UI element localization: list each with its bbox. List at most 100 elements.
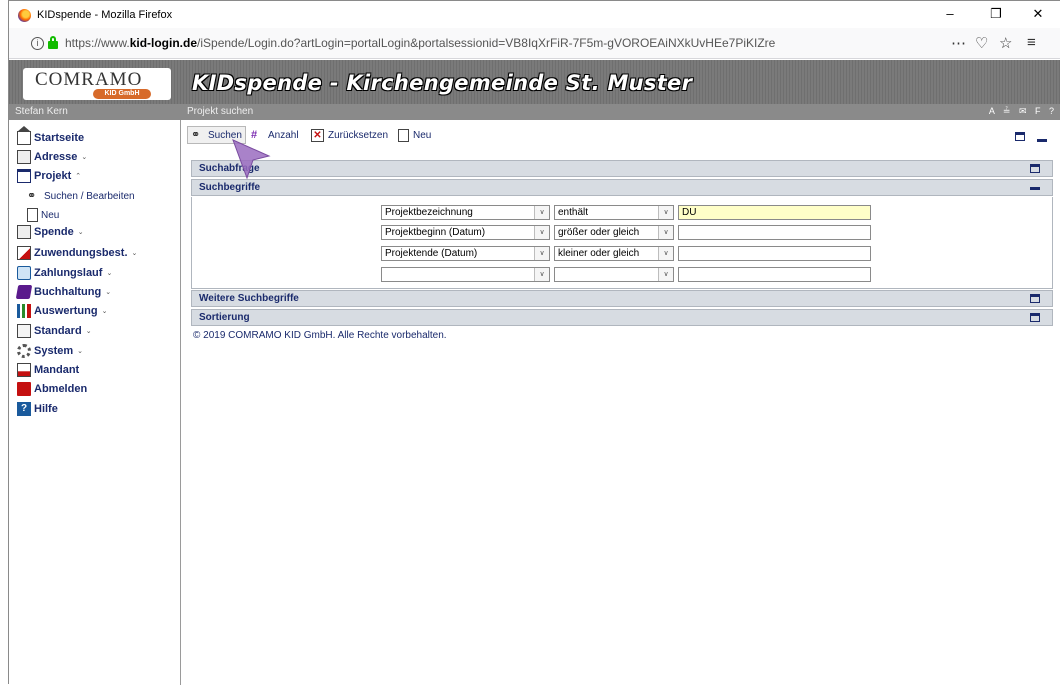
pocket-icon[interactable]: ♡ [975, 34, 988, 52]
page-title: Projekt suchen [187, 106, 254, 117]
restore-button[interactable]: ❐ [973, 5, 1019, 25]
payment-run-icon [17, 266, 31, 280]
project-icon [17, 169, 31, 183]
accounting-book-icon [15, 285, 33, 299]
expand-icon[interactable] [1030, 313, 1040, 322]
chevron-down-icon: ∨ [658, 206, 673, 219]
sidebar-item-buchhaltung[interactable]: Buchhaltung ⌄ [15, 284, 112, 300]
strip-icons[interactable]: A ≟ ✉ F ? [989, 106, 1057, 117]
chevron-down-icon: ∨ [658, 247, 673, 260]
window-title: KIDspende - Mozilla Firefox [37, 9, 173, 21]
page-title-strip: Projekt suchen A ≟ ✉ F ? [181, 104, 1060, 120]
value-input-3[interactable] [678, 246, 871, 261]
client-icon [17, 363, 31, 377]
minimize-button[interactable]: – [927, 5, 973, 25]
sidebar-item-hilfe[interactable]: ? Hilfe [17, 401, 58, 417]
value-input-1[interactable]: DU [678, 205, 871, 220]
operator-select-2[interactable]: größer oder gleich ∨ [554, 225, 674, 240]
chevron-down-icon: ⌄ [105, 289, 112, 296]
hamburger-menu-icon[interactable]: ≡ [1027, 34, 1036, 51]
sidebar-item-system[interactable]: System ⌄ [17, 343, 83, 359]
sidebar-item-neu[interactable]: Neu [27, 207, 59, 223]
title-bar: KIDspende - Mozilla Firefox – ❐ ✕ [9, 1, 1060, 28]
sidebar-item-startseite[interactable]: Startseite [17, 126, 84, 146]
sidebar-item-mandant[interactable]: Mandant [17, 362, 79, 378]
expand-icon[interactable] [1030, 294, 1040, 303]
panel-suchbegriffe[interactable]: Suchbegriffe [191, 179, 1053, 196]
chevron-up-icon: ⌃ [75, 173, 82, 180]
sidebar-item-adresse[interactable]: Adresse ⌄ [17, 149, 87, 165]
bar-chart-icon [17, 304, 31, 318]
value-input-4[interactable] [678, 267, 871, 282]
sidebar-item-projekt[interactable]: Projekt ⌃ [17, 168, 81, 184]
value-input-2[interactable] [678, 225, 871, 240]
chevron-down-icon: ⌄ [81, 154, 88, 161]
mouse-pointer-icon [232, 139, 271, 180]
sidebar-item-zuwendungsbest[interactable]: Zuwendungsbest. ⌄ [17, 245, 137, 261]
new-page-icon [27, 208, 38, 222]
sidebar-item-standard[interactable]: Standard ⌄ [17, 323, 92, 339]
field-select-3[interactable]: Projektende (Datum) ∨ [381, 246, 550, 261]
sidebar-item-zahlungslauf[interactable]: Zahlungslauf ⌄ [17, 265, 112, 281]
panel-suchabfrage[interactable]: Suchabfrage [191, 160, 1053, 177]
copyright-footer: © 2019 COMRAMO KID GmbH. Alle Rechte vor… [193, 330, 447, 341]
chevron-down-icon: ⌄ [131, 250, 138, 257]
chevron-down-icon: ⌄ [77, 229, 84, 236]
field-select-4[interactable]: ∨ [381, 267, 550, 282]
chevron-down-icon: ∨ [658, 226, 673, 239]
sidebar: Startseite Adresse ⌄ Projekt ⌃ ⚭ Suchen / B… [9, 120, 181, 685]
browser-window: KIDspende - Mozilla Firefox – ❐ ✕ i http… [8, 0, 1060, 685]
criteria-body: Projektbezeichnung ∨ enthält ∨ DU Projektb… [191, 197, 1053, 289]
binoculars-icon: ⚭ [27, 190, 37, 202]
chevron-down-icon: ⌄ [77, 348, 84, 355]
url-text[interactable]: https://www.kid-login.de/iSpende/Login.d… [65, 36, 775, 50]
sidebar-item-auswertung[interactable]: Auswertung ⌄ [17, 303, 107, 319]
sidebar-item-abmelden[interactable]: Abmelden [17, 381, 87, 397]
house-icon [17, 126, 31, 145]
window-icon[interactable] [1015, 132, 1025, 141]
app-title: KIDspende - Kirchengemeinde St. Muster [192, 71, 693, 95]
collapse-icon[interactable] [1030, 187, 1040, 190]
comramo-logo: COMRAMO KID GmbH [23, 68, 171, 100]
chevron-down-icon: ⌄ [85, 328, 92, 335]
more-actions-icon[interactable]: ⋯ [951, 34, 966, 52]
gear-icon [17, 344, 31, 358]
field-select-2[interactable]: Projektbeginn (Datum) ∨ [381, 225, 550, 240]
operator-select-1[interactable]: enthält ∨ [554, 205, 674, 220]
chevron-down-icon: ⌄ [106, 270, 113, 277]
logo-text: COMRAMO [35, 69, 143, 90]
logo-sub: KID GmbH [93, 89, 151, 99]
bookmark-star-icon[interactable]: ☆ [999, 34, 1012, 52]
binoculars-icon: ⚭ [191, 128, 201, 141]
chevron-down-icon: ∨ [534, 226, 549, 239]
help-icon: ? [17, 402, 31, 416]
operator-select-3[interactable]: kleiner oder gleich ∨ [554, 246, 674, 261]
app-header: COMRAMO KID GmbH KIDspende - Kirchengeme… [9, 60, 1060, 104]
chevron-down-icon: ∨ [534, 247, 549, 260]
info-icon[interactable]: i [31, 37, 44, 50]
close-button[interactable]: ✕ [1015, 5, 1060, 25]
minimize-icon[interactable] [1037, 139, 1047, 142]
operator-select-4[interactable]: ∨ [554, 267, 674, 282]
address-card-icon [17, 150, 31, 164]
panel-weitere-suchbegriffe[interactable]: Weitere Suchbegriffe [191, 290, 1053, 307]
standard-icon [17, 324, 31, 338]
reset-button[interactable]: ✕ Zurücksetzen [311, 126, 388, 144]
logout-icon [17, 382, 31, 396]
receipt-icon [17, 246, 31, 260]
chevron-down-icon: ∨ [534, 268, 549, 281]
expand-icon[interactable] [1030, 164, 1040, 173]
new-page-icon [398, 128, 409, 142]
reset-icon: ✕ [311, 128, 324, 142]
url-bar[interactable]: i https://www.kid-login.de/iSpende/Login… [9, 28, 1060, 59]
new-button[interactable]: Neu [398, 126, 431, 144]
panel-sortierung[interactable]: Sortierung [191, 309, 1053, 326]
field-select-1[interactable]: Projektbezeichnung ∨ [381, 205, 550, 220]
user-name: Stefan Kern [9, 104, 181, 120]
lock-icon[interactable] [48, 36, 58, 49]
chevron-down-icon: ∨ [658, 268, 673, 281]
firefox-icon [18, 9, 31, 22]
sidebar-item-spende[interactable]: Spende ⌄ [17, 224, 84, 240]
chevron-down-icon: ∨ [534, 206, 549, 219]
sidebar-item-suchen-bearbeiten[interactable]: ⚭ Suchen / Bearbeiten [27, 188, 135, 204]
